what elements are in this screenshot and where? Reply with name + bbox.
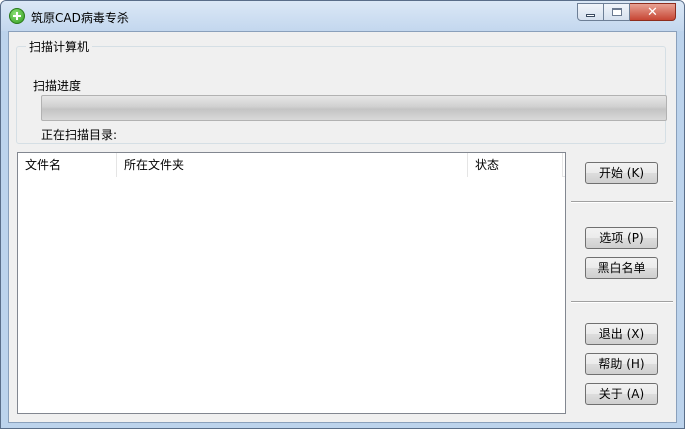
- whitelist-button[interactable]: 黑白名单: [585, 257, 658, 279]
- options-button[interactable]: 选项 (P): [585, 227, 658, 249]
- separator-bottom: [571, 301, 673, 303]
- progress-label: 扫描进度: [33, 79, 82, 93]
- results-list[interactable]: 文件名 所在文件夹 状态: [17, 152, 566, 414]
- column-header-folder[interactable]: 所在文件夹: [117, 153, 468, 177]
- close-icon: ✕: [647, 4, 658, 20]
- maximize-button[interactable]: [604, 3, 630, 21]
- groupbox-legend: 扫描计算机: [26, 38, 93, 55]
- column-header-filename[interactable]: 文件名: [18, 153, 117, 177]
- about-button[interactable]: 关于 (A): [585, 383, 658, 405]
- title-bar[interactable]: 筑原CAD病毒专杀 ✕: [1, 1, 684, 31]
- scan-progress-bar: [41, 95, 667, 121]
- column-header-status[interactable]: 状态: [468, 153, 563, 177]
- dialog-client-area: 扫描计算机 扫描进度 正在扫描目录: 文件名 所在文件夹 状态 开始 (K) 选…: [8, 31, 677, 423]
- minimize-icon: [586, 13, 595, 17]
- start-button[interactable]: 开始 (K): [585, 162, 658, 184]
- list-header: 文件名 所在文件夹 状态: [18, 153, 565, 177]
- exit-button[interactable]: 退出 (X): [585, 323, 658, 345]
- close-button[interactable]: ✕: [630, 3, 676, 21]
- scan-groupbox: 扫描计算机 扫描进度 正在扫描目录:: [16, 38, 667, 144]
- app-window: 筑原CAD病毒专杀 ✕ 扫描计算机 扫描进度 正在扫描目录: 文件名 所在文件夹…: [0, 0, 685, 429]
- current-dir-label: 正在扫描目录:: [41, 128, 118, 142]
- minimize-button[interactable]: [577, 3, 604, 21]
- caption-buttons: ✕: [577, 3, 676, 21]
- help-button[interactable]: 帮助 (H): [585, 353, 658, 375]
- separator-top: [571, 201, 673, 203]
- app-icon: [9, 8, 25, 24]
- window-title: 筑原CAD病毒专杀: [31, 11, 129, 25]
- maximize-icon: [611, 8, 622, 16]
